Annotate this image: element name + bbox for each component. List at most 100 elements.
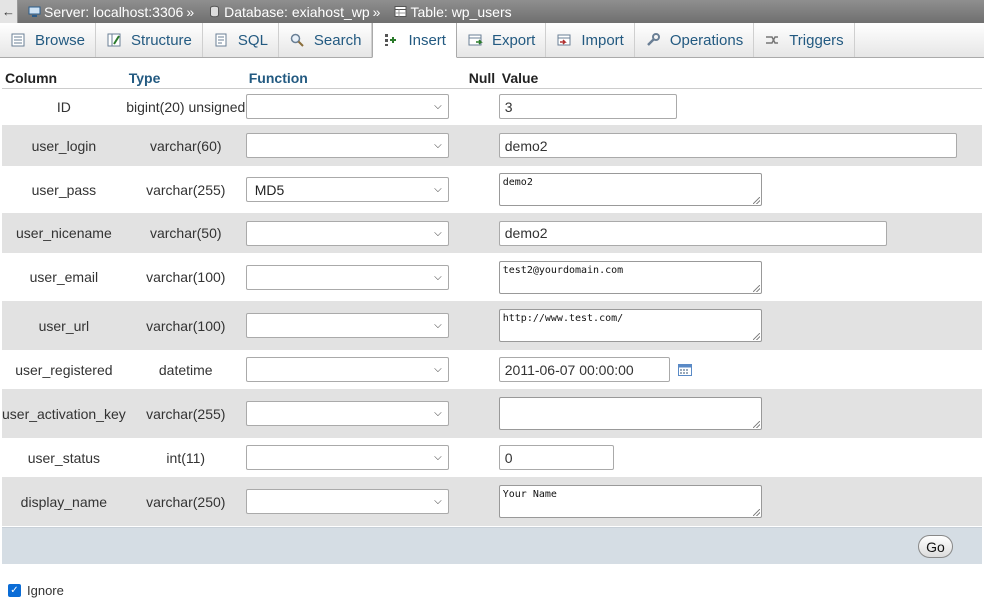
tab-insert[interactable]: Insert [372,23,457,58]
structure-icon [107,33,121,47]
value-textarea[interactable]: test2@yourdomain.com [498,260,762,294]
chevron-down-icon: ⌵ [434,452,442,463]
null-cell [465,166,499,213]
table-row: ID bigint(20) unsigned ⌵ 3 [2,88,982,125]
breadcrumb-server-label: Server: localhost:3306 [44,3,184,20]
tab-export[interactable]: Export [457,23,547,57]
column-type: varchar(255) [125,389,246,438]
column-name: ID [2,88,126,125]
header-value: Value [498,68,982,89]
value-textarea[interactable] [498,397,762,430]
chevron-down-icon: ⌵ [434,101,442,113]
tab-label: SQL [237,31,268,49]
function-select[interactable]: MD5 ⌵ [245,177,449,202]
column-type: varchar(255) [125,166,246,213]
form-footer: Go [2,527,982,564]
function-select[interactable]: ⌵ [245,94,449,120]
tab-search[interactable]: Search [279,23,373,57]
column-name: user_nicename [2,213,126,253]
tab-sql[interactable]: SQL [203,23,279,57]
header-type[interactable]: Type [125,68,246,89]
null-cell [465,389,499,438]
chevron-down-icon: ⌵ [434,271,442,283]
tab-browse[interactable]: Browse [0,23,97,57]
column-name: user_registered [2,350,126,389]
header-column: Column [2,68,126,89]
null-cell [465,125,499,166]
column-type: varchar(60) [125,125,246,166]
null-cell [465,88,499,125]
function-select[interactable]: ⌵ [245,313,449,338]
insert-icon [385,34,397,46]
ignore-option[interactable]: ✓ Ignore [8,583,64,598]
value-input[interactable]: 3 [498,94,677,120]
breadcrumb: ← Server: localhost:3306 » Database: exi… [0,0,984,23]
back-arrow-icon[interactable]: ← [0,0,18,23]
tab-label: Browse [35,31,86,49]
table-row: user_url varchar(100) ⌵ http://www.test.… [2,301,982,350]
chevron-down-icon: ⌵ [434,184,442,195]
function-select[interactable]: ⌵ [245,133,449,158]
value-input[interactable]: demo2 [498,133,957,158]
tab-label: Search [313,31,362,49]
header-null: Null [465,68,499,89]
breadcrumb-database[interactable]: Database: exiahost_wp [208,4,370,20]
tab-structure[interactable]: Structure [96,23,203,57]
column-name: user_status [2,438,126,477]
calendar-icon[interactable] [677,363,692,376]
header-function[interactable]: Function [245,68,466,89]
insert-table: Column Type Function Null Value ID bigin… [2,68,982,526]
value-input[interactable]: demo2 [498,220,887,246]
value-textarea[interactable]: http://www.test.com/ [498,309,762,342]
value-input[interactable]: 2011-06-07 00:00:00 [498,357,670,382]
table-row: user_status int(11) ⌵ 0 [2,438,982,477]
value-input[interactable]: 0 [498,445,614,470]
breadcrumb-server[interactable]: Server: localhost:3306 [28,4,183,20]
table-icon [394,6,407,17]
tab-triggers[interactable]: Triggers [754,23,855,57]
column-name: display_name [2,477,126,526]
tab-label: Structure [131,31,192,49]
function-select[interactable]: ⌵ [245,401,449,426]
function-select[interactable]: ⌵ [245,445,449,470]
null-cell [465,477,499,526]
function-select[interactable]: ⌵ [245,357,449,382]
sql-icon [215,33,227,47]
breadcrumb-separator: » [186,3,195,20]
column-name: user_email [2,253,126,301]
column-name: user_activation_key [2,389,126,438]
column-type: varchar(50) [125,213,246,253]
export-icon [468,34,483,46]
column-type: varchar(100) [125,301,246,350]
breadcrumb-database-label: Database: exiahost_wp [224,3,370,20]
value-textarea[interactable]: Your Name [498,485,762,518]
column-type: varchar(100) [125,253,246,301]
browse-icon [11,33,25,47]
function-select[interactable]: ⌵ [245,220,449,246]
tab-label: Insert [408,31,446,49]
column-type: varchar(250) [125,477,246,526]
null-cell [465,350,499,389]
table-row: user_email varchar(100) ⌵ test2@yourdoma… [2,253,982,301]
chevron-down-icon: ⌵ [434,227,442,239]
function-select[interactable]: ⌵ [245,489,449,514]
tab-import[interactable]: Import [546,23,635,57]
datetime-field: 2011-06-07 00:00:00 [498,357,982,382]
breadcrumb-table-label: Table: wp_users [410,3,512,20]
function-select[interactable]: ⌵ [245,264,449,290]
ignore-checkbox[interactable]: ✓ [8,584,21,597]
column-name: user_login [2,125,126,166]
tab-label: Triggers [789,31,844,49]
chevron-down-icon: ⌵ [434,496,442,507]
ignore-label: Ignore [27,583,64,598]
go-button[interactable]: Go [918,535,953,558]
server-icon [28,6,41,17]
breadcrumb-table[interactable]: Table: wp_users [394,3,512,20]
wrench-icon [646,33,660,46]
chevron-down-icon: ⌵ [434,364,442,375]
tab-operations[interactable]: Operations [635,23,755,57]
table-row: user_pass varchar(255) MD5 ⌵ demo2 [2,166,982,213]
value-textarea[interactable]: demo2 [498,173,762,206]
database-icon [210,5,220,18]
tab-label: Import [581,31,624,49]
